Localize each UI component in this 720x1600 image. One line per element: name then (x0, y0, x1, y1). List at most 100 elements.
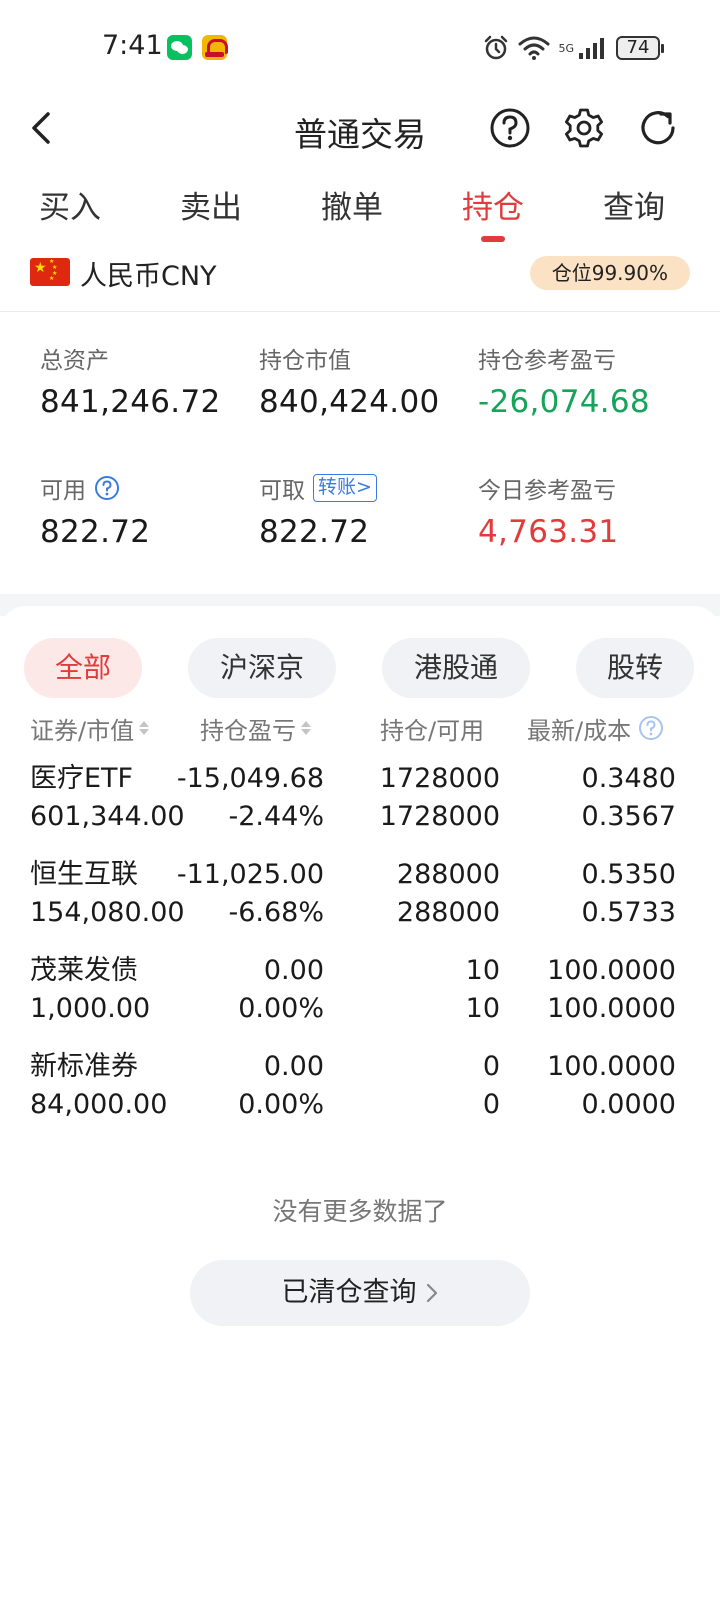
holdings-panel: 全部 沪深京 港股通 股转 证券/市值 持仓盈亏 持仓/可用 最新/成本 医疗E… (0, 606, 720, 1600)
table-row[interactable]: 恒生互联 154,080.00 -11,025.00 -6.68% 288000… (0, 856, 720, 952)
info-icon[interactable] (638, 715, 664, 741)
security-name: 新标准券 (30, 1051, 138, 1082)
position-pnl: 0.00 (263, 1051, 324, 1082)
latest-price: 100.0000 (547, 1051, 676, 1082)
tab-positions[interactable]: 持仓 (433, 182, 553, 242)
available-qty: 1728000 (379, 801, 500, 832)
position-pnl-pct: 0.00% (238, 993, 324, 1024)
position-qty: 0 (482, 1051, 500, 1082)
china-flag-icon: ★ ★ ★ ★ ★ (30, 258, 70, 286)
col-latest: 最新/成本 (527, 710, 664, 746)
signal-icon (579, 38, 604, 59)
col-position-label: 持仓/可用 (380, 716, 485, 745)
position-qty: 1728000 (379, 763, 500, 794)
security-name: 医疗ETF (30, 763, 134, 794)
table-row[interactable]: 新标准券 84,000.00 0.00 0.00% 0 0 100.0000 0… (0, 1048, 720, 1144)
withdrawable-value: 822.72 (259, 514, 370, 550)
market-value: 84,000.00 (30, 1089, 168, 1120)
latest-price: 100.0000 (547, 955, 676, 986)
position-pnl: 0.00 (263, 955, 324, 986)
available-label: 可用 (40, 478, 86, 504)
col-pnl-sort[interactable]: 持仓盈亏 (200, 710, 311, 746)
help-button[interactable] (486, 104, 534, 152)
tab-cancel-order[interactable]: 撤单 (292, 182, 412, 242)
market-value-label: 持仓市值 (259, 348, 351, 374)
help-icon (490, 108, 530, 148)
settings-button[interactable] (560, 104, 608, 152)
page-title: 普通交易 (294, 115, 426, 154)
position-pnl-pct: -6.68% (228, 897, 324, 928)
tab-buy[interactable]: 买入 (10, 182, 130, 242)
filter-sh-sz-bj[interactable]: 沪深京 (188, 638, 336, 698)
available-qty: 288000 (396, 897, 500, 928)
market-value: 持仓市值 840,424.00 (259, 342, 479, 420)
total-assets: 总资产 841,246.72 (40, 342, 260, 420)
cost-price: 100.0000 (547, 993, 676, 1024)
available-qty: 10 (465, 993, 500, 1024)
position-pnl-value: -26,074.68 (478, 384, 650, 420)
battery-icon: 74 (616, 36, 664, 60)
info-icon[interactable] (94, 475, 120, 501)
network-label: 5G (558, 41, 574, 55)
position-pnl-pct: -2.44% (228, 801, 324, 832)
position-pnl: 持仓参考盈亏 -26,074.68 (478, 342, 698, 420)
refresh-icon (641, 111, 675, 145)
position-qty: 288000 (396, 859, 500, 890)
position-qty: 10 (465, 955, 500, 986)
filter-all[interactable]: 全部 (24, 638, 142, 698)
today-pnl: 今日参考盈亏 4,763.31 (478, 472, 698, 550)
cost-price: 0.3567 (581, 801, 676, 832)
account-summary: 总资产 841,246.72 持仓市值 840,424.00 持仓参考盈亏 -2… (0, 312, 720, 594)
total-assets-value: 841,246.72 (40, 384, 221, 420)
available-qty: 0 (482, 1089, 500, 1120)
market-value: 1,000.00 (30, 993, 151, 1024)
position-pnl: -15,049.68 (176, 763, 324, 794)
position-pnl: -11,025.00 (176, 859, 324, 890)
holdings-list: 医疗ETF 601,344.00 -15,049.68 -2.44% 17280… (0, 760, 720, 1144)
available-value: 822.72 (40, 514, 151, 550)
no-more-data: 没有更多数据了 (272, 1197, 448, 1226)
currency-row: ★ ★ ★ ★ ★ 人民币CNY 仓位99.90% (0, 254, 720, 312)
security-name: 茂莱发债 (30, 955, 138, 986)
wechat-icon (167, 35, 192, 60)
table-row[interactable]: 茂莱发债 1,000.00 0.00 0.00% 10 10 100.0000 … (0, 952, 720, 1048)
position-pnl-label: 持仓参考盈亏 (478, 348, 616, 374)
tab-query[interactable]: 查询 (574, 182, 694, 242)
security-name: 恒生互联 (30, 859, 138, 890)
market-value: 601,344.00 (30, 801, 185, 832)
cleared-positions-button[interactable]: 已清仓查询 (190, 1260, 530, 1326)
col-position: 持仓/可用 (380, 710, 484, 746)
col-latest-label: 最新/成本 (527, 716, 632, 745)
transfer-link[interactable]: 转账> (313, 474, 377, 502)
available-funds: 可用 822.72 (40, 472, 260, 550)
table-row[interactable]: 医疗ETF 601,344.00 -15,049.68 -2.44% 17280… (0, 760, 720, 856)
trade-tabs: 买入 卖出 撤单 持仓 查询 (0, 182, 720, 242)
refresh-button[interactable] (634, 104, 682, 152)
col-security-label: 证券/市值 (30, 716, 135, 745)
chevron-right-icon (426, 1283, 437, 1303)
wifi-icon (518, 36, 550, 60)
status-bar: 7:41 5G 74 (0, 0, 720, 96)
market-value: 154,080.00 (30, 897, 185, 928)
total-assets-label: 总资产 (40, 348, 109, 374)
sort-icon (301, 721, 311, 735)
filter-hk-connect[interactable]: 港股通 (382, 638, 530, 698)
filter-neeq[interactable]: 股转 (576, 638, 694, 698)
cleared-positions-label: 已清仓查询 (281, 1277, 417, 1308)
col-security-sort[interactable]: 证券/市值 (30, 710, 150, 746)
status-time: 7:41 (102, 30, 163, 61)
settings-icon (565, 108, 603, 148)
today-pnl-label: 今日参考盈亏 (478, 478, 616, 504)
tab-sell[interactable]: 卖出 (151, 182, 271, 242)
today-pnl-value: 4,763.31 (478, 514, 619, 550)
market-value-value: 840,424.00 (259, 384, 440, 420)
withdrawable-label: 可取 (259, 478, 305, 504)
app-header: 普通交易 (0, 96, 720, 162)
currency-label: 人民币CNY (80, 261, 217, 292)
latest-price: 0.3480 (581, 763, 676, 794)
withdrawable-funds: 可取 转账> 822.72 (259, 472, 479, 550)
position-pnl-pct: 0.00% (238, 1089, 324, 1120)
cost-price: 0.0000 (581, 1089, 676, 1120)
alarm-icon (485, 35, 508, 60)
sort-icon (139, 721, 150, 735)
